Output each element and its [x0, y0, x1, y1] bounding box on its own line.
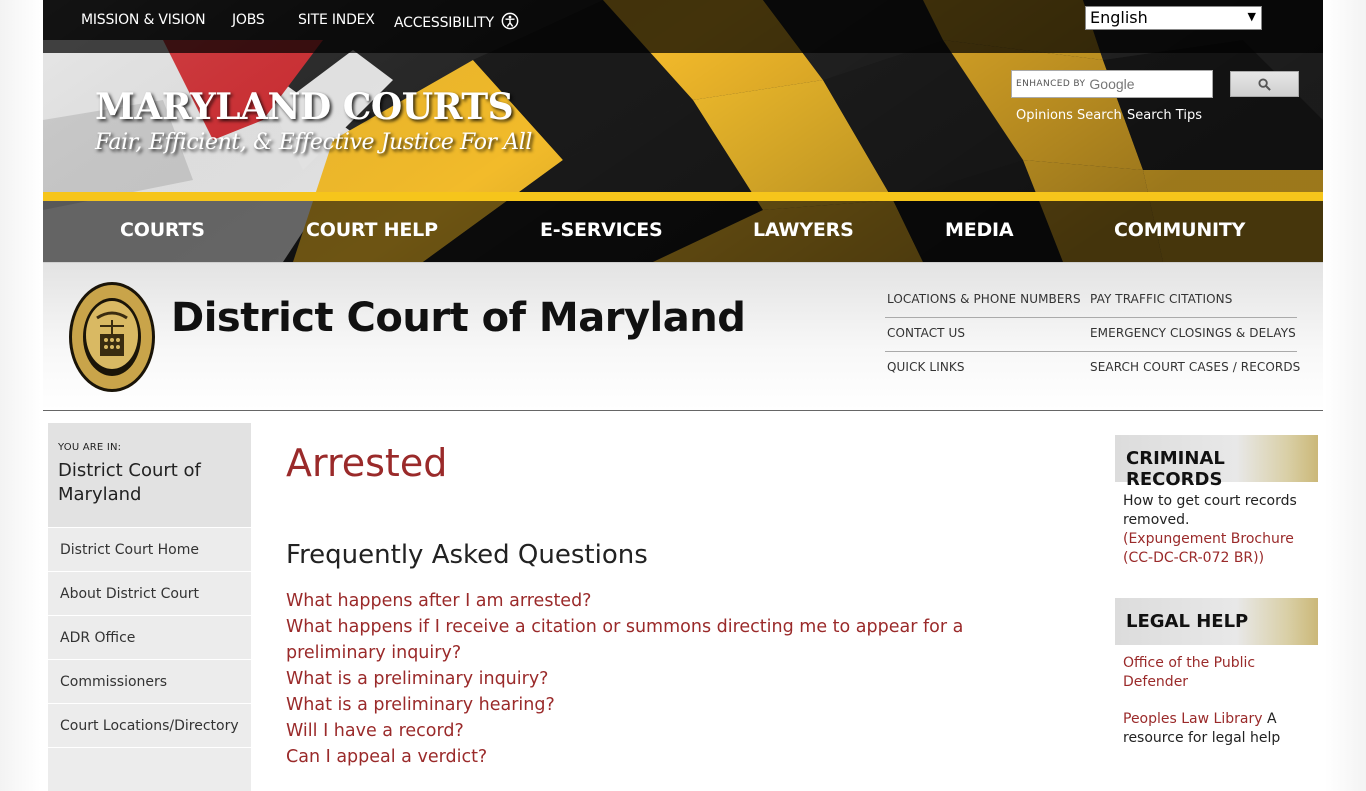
page-wrapper: MISSION & VISION JOBS SITE INDEX ACCESSI…	[43, 0, 1323, 791]
district-banner: District Court of Maryland LOCATIONS & P…	[43, 262, 1323, 411]
faq-list: What happens after I am arrested? What h…	[286, 588, 1066, 770]
mission-vision-link[interactable]: MISSION & VISION	[81, 12, 206, 28]
nav-lawyers[interactable]: LAWYERS	[753, 219, 854, 241]
sidebar-item-district-court-home[interactable]: District Court Home	[48, 527, 251, 571]
search-icon	[1258, 77, 1271, 91]
quick-links-divider	[885, 351, 1297, 352]
breadcrumb: YOU ARE IN: District Court of Maryland	[48, 423, 251, 527]
quick-links-link[interactable]: QUICK LINKS	[887, 360, 965, 374]
accessibility-label: ACCESSIBILITY	[394, 15, 494, 31]
opinions-search-link[interactable]: Opinions Search	[1016, 108, 1122, 123]
site-title[interactable]: MARYLAND COURTS	[95, 86, 514, 128]
quick-links-divider	[885, 317, 1297, 318]
sidebar-item-adr-office[interactable]: ADR Office	[48, 615, 251, 659]
search-court-cases-link[interactable]: SEARCH COURT CASES / RECORDS	[1090, 360, 1300, 374]
faq-link[interactable]: Will I have a record?	[286, 721, 464, 741]
nav-media[interactable]: MEDIA	[945, 219, 1014, 241]
peoples-law-library-link[interactable]: Peoples Law Library	[1123, 711, 1263, 727]
faq-heading: Frequently Asked Questions	[286, 540, 648, 570]
language-select[interactable]: English ▼	[1085, 6, 1262, 30]
sidebar-item-commissioners[interactable]: Commissioners	[48, 659, 251, 703]
search-enhanced-label: ENHANCED BY	[1016, 79, 1086, 89]
nav-e-services[interactable]: E-SERVICES	[540, 219, 663, 241]
google-logo: Google	[1089, 76, 1135, 92]
faq-link[interactable]: What is a preliminary inquiry?	[286, 669, 548, 689]
main-navigation: COURTS COURT HELP E-SERVICES LAWYERS MED…	[43, 201, 1323, 262]
criminal-records-heading: CRIMINAL RECORDS	[1115, 435, 1318, 490]
criminal-records-body: How to get court records removed. (Expun…	[1123, 492, 1313, 568]
sidebar-item-court-locations[interactable]: Court Locations/Directory	[48, 703, 251, 747]
faq-link[interactable]: What happens after I am arrested?	[286, 591, 591, 611]
public-defender-link[interactable]: Office of the Public Defender	[1123, 655, 1255, 690]
accessibility-link[interactable]: ACCESSIBILITY	[394, 12, 520, 31]
search-tips-link[interactable]: Search Tips	[1127, 108, 1202, 123]
jobs-link[interactable]: JOBS	[232, 12, 265, 28]
search-button[interactable]	[1230, 71, 1299, 97]
district-court-seal[interactable]	[67, 280, 157, 394]
site-header: MISSION & VISION JOBS SITE INDEX ACCESSI…	[43, 0, 1323, 262]
criminal-records-text: How to get court records removed.	[1123, 493, 1297, 528]
current-section-link[interactable]: District Court of Maryland	[58, 459, 241, 507]
site-index-link[interactable]: SITE INDEX	[298, 12, 375, 28]
accessibility-icon	[501, 12, 519, 30]
nav-courts[interactable]: COURTS	[120, 219, 205, 241]
legal-help-body: Office of the Public Defender Peoples La…	[1123, 654, 1313, 748]
pay-traffic-citations-link[interactable]: PAY TRAFFIC CITATIONS	[1090, 292, 1232, 306]
expungement-brochure-link[interactable]: (Expungement Brochure (CC-DC-CR-072 BR))	[1123, 531, 1294, 566]
search-input[interactable]: ENHANCED BY Google	[1011, 70, 1213, 98]
sidebar-item-about-district-court[interactable]: About District Court	[48, 571, 251, 615]
site-tagline: Fair, Efficient, & Effective Justice For…	[95, 130, 533, 155]
faq-link[interactable]: What is a preliminary hearing?	[286, 695, 555, 715]
faq-link[interactable]: What happens if I receive a citation or …	[286, 617, 963, 663]
nav-court-help[interactable]: COURT HELP	[306, 219, 438, 241]
sidebar-item[interactable]	[48, 747, 251, 791]
chevron-down-icon: ▼	[1247, 10, 1256, 23]
nav-community[interactable]: COMMUNITY	[1114, 219, 1245, 241]
district-title: District Court of Maryland	[171, 295, 746, 341]
yellow-divider	[43, 192, 1323, 201]
locations-phone-link[interactable]: LOCATIONS & PHONE NUMBERS	[887, 292, 1081, 306]
contact-us-link[interactable]: CONTACT US	[887, 326, 965, 340]
utility-bar: MISSION & VISION JOBS SITE INDEX ACCESSI…	[43, 0, 1323, 53]
legal-help-heading: LEGAL HELP	[1115, 598, 1318, 645]
you-are-in-label: YOU ARE IN:	[58, 442, 122, 453]
page-title: Arrested	[286, 441, 448, 485]
faq-link[interactable]: Can I appeal a verdict?	[286, 747, 487, 767]
language-value: English	[1090, 8, 1148, 27]
emergency-closings-link[interactable]: EMERGENCY CLOSINGS & DELAYS	[1090, 326, 1296, 340]
section-sidebar: YOU ARE IN: District Court of Maryland D…	[48, 423, 251, 791]
